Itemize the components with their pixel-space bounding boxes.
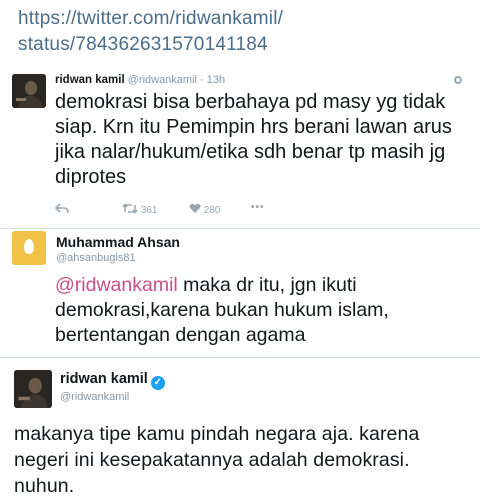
tweet-response: ridwan kamil ✓ @ridwankamil makanya tipe …	[0, 357, 480, 503]
tweet-url-line1[interactable]: https://twitter.com/ridwankamil/	[18, 6, 283, 32]
tweet-text: demokrasi bisa berbahaya pd masy yg tida…	[55, 91, 452, 188]
author-line: ridwan kamil ✓	[60, 371, 165, 390]
author-name[interactable]: ridwan kamil	[60, 371, 148, 387]
retweet-icon	[122, 203, 138, 214]
tweet-text: makanya tipe kamu pindah negara aja. kar…	[14, 423, 420, 497]
author-name[interactable]: Muhammad Ahsan	[56, 234, 180, 250]
verified-badge-icon: ✓	[150, 376, 165, 390]
author-handle[interactable]: @ridwankamil	[128, 74, 197, 86]
author-name[interactable]: ridwan kamil	[55, 74, 125, 86]
reply-icon[interactable]	[54, 203, 69, 217]
avatar[interactable]	[14, 370, 52, 408]
tweet-url[interactable]: https://twitter.com/ridwankamil/ status/…	[18, 6, 283, 58]
tweet-url-line2[interactable]: status/784362631570141184	[18, 32, 283, 58]
tweet-text: @ridwankamil maka dr itu, jgn ikuti demo…	[55, 273, 470, 348]
author-handle[interactable]: @ahsanbugis81	[56, 252, 136, 264]
heart-icon	[189, 203, 201, 213]
tweet-reply: Muhammad Ahsan @ahsanbugis81 @ridwankami…	[0, 229, 480, 358]
gear-icon[interactable]	[454, 76, 462, 84]
author-line: ridwan kamil @ridwankamil · 13h	[55, 74, 225, 86]
like-button[interactable]: 280	[189, 203, 220, 216]
like-count: 280	[203, 205, 221, 216]
egg-icon	[24, 239, 34, 254]
tweet-time[interactable]: · 13h	[200, 74, 225, 86]
retweet-button[interactable]: 361	[122, 203, 157, 216]
mention-link[interactable]: @ridwankamil	[55, 274, 178, 296]
retweet-count: 361	[140, 205, 158, 216]
avatar[interactable]	[12, 231, 46, 265]
avatar[interactable]	[12, 74, 46, 108]
author-handle[interactable]: @ridwankamil	[60, 391, 129, 403]
more-icon[interactable]: •••	[251, 202, 265, 213]
tweet-original: ridwan kamil @ridwankamil · 13h demokras…	[0, 62, 480, 229]
